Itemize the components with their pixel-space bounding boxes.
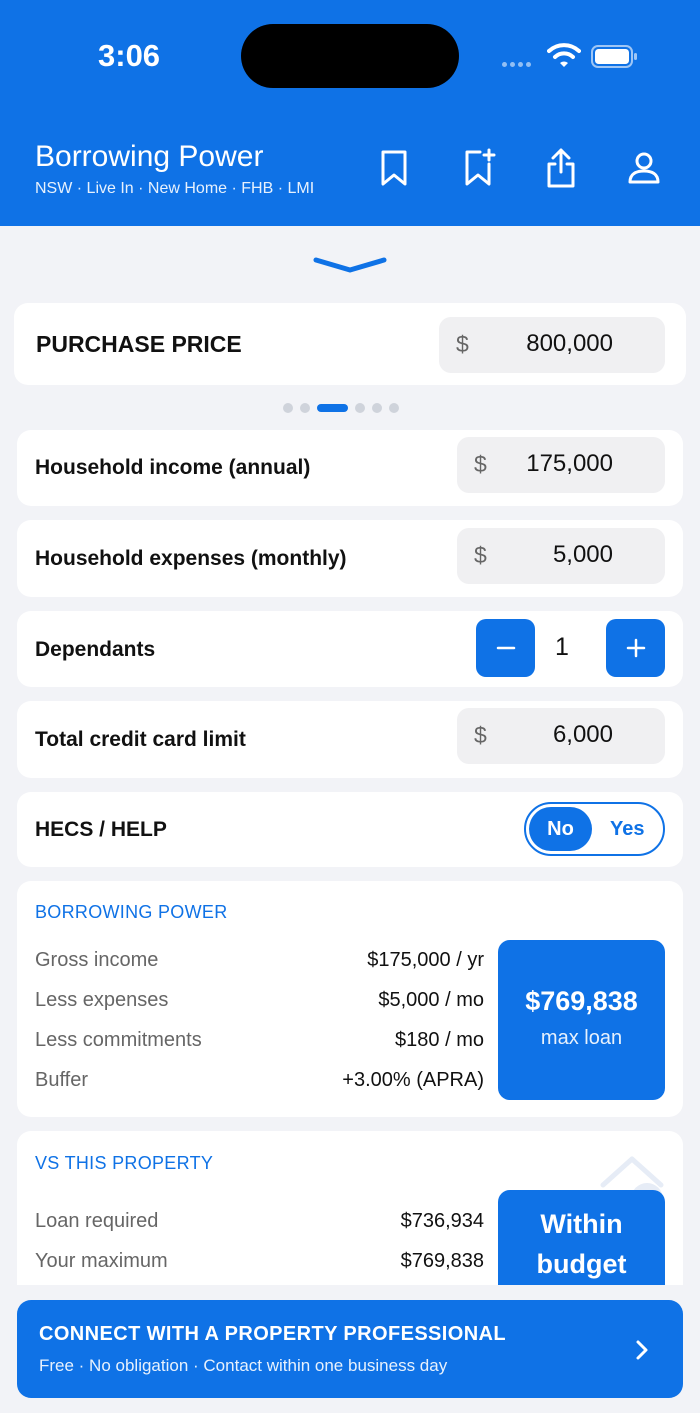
less-expenses-label: Less expenses	[35, 989, 169, 1011]
household-income-row: Household income (annual) $ 175,000	[17, 430, 683, 506]
page-dot[interactable]	[283, 403, 293, 413]
status-time: 3:06	[98, 38, 161, 73]
buffer-value: +3.00% (APRA)	[342, 1069, 484, 1091]
your-maximum-value: $769,838	[400, 1250, 484, 1272]
dependants-value: 1	[555, 633, 569, 661]
purchase-price-value: 800,000	[526, 330, 613, 357]
max-loan-value: $769,838	[525, 986, 638, 1016]
credit-card-limit-input[interactable]: $ 6,000	[457, 708, 665, 764]
page-dot[interactable]	[355, 403, 365, 413]
household-expenses-label: Household expenses (monthly)	[35, 547, 347, 570]
purchase-price-card: PURCHASE PRICE $ 800,000	[14, 303, 686, 385]
household-expenses-row: Household expenses (monthly) $ 5,000	[17, 520, 683, 597]
household-income-label: Household income (annual)	[35, 456, 311, 479]
hecs-help-row: HECS / HELP No Yes	[17, 792, 683, 867]
minus-icon	[496, 646, 516, 650]
loan-required-label: Loan required	[35, 1210, 159, 1232]
currency-symbol: $	[474, 542, 487, 568]
max-loan-result: $769,838 max loan	[498, 940, 665, 1100]
budget-status-line2: budget	[536, 1249, 627, 1279]
dependants-label: Dependants	[35, 638, 156, 661]
hecs-help-toggle[interactable]: No Yes	[524, 802, 665, 856]
credit-card-limit-row: Total credit card limit $ 6,000	[17, 701, 683, 778]
currency-symbol: $	[474, 722, 487, 748]
credit-card-limit-label: Total credit card limit	[35, 728, 246, 751]
bookmark-add-icon[interactable]	[458, 146, 498, 190]
section-title: BORROWING POWER	[35, 902, 228, 922]
less-commitments-label: Less commitments	[35, 1029, 202, 1051]
page-title: Borrowing Power	[35, 140, 264, 173]
less-commitments-value: $180 / mo	[395, 1029, 484, 1051]
budget-status: Within budget	[498, 1190, 665, 1285]
toggle-option-no[interactable]: No	[529, 807, 592, 851]
page-dot[interactable]	[300, 403, 310, 413]
budget-status-line1: Within	[540, 1209, 623, 1239]
borrowing-power-card: BORROWING POWER Gross income $175,000 / …	[17, 881, 683, 1117]
battery-icon	[591, 45, 637, 68]
household-income-value: 175,000	[526, 450, 613, 477]
app-header: 3:06 Borrowing Power NSW · Live In · New…	[0, 0, 700, 226]
household-expenses-value: 5,000	[552, 541, 613, 568]
your-maximum-label: Your maximum	[35, 1250, 168, 1272]
currency-symbol: $	[456, 331, 469, 357]
collapse-chevron-icon[interactable]	[312, 254, 388, 274]
share-icon[interactable]	[541, 146, 581, 190]
purchase-price-label: PURCHASE PRICE	[36, 331, 242, 357]
wifi-icon	[547, 43, 581, 67]
toggle-option-yes[interactable]: Yes	[610, 807, 644, 851]
hecs-help-label: HECS / HELP	[35, 818, 167, 841]
gross-income-label: Gross income	[35, 949, 159, 971]
household-income-input[interactable]: $ 175,000	[457, 437, 665, 493]
household-expenses-input[interactable]: $ 5,000	[457, 528, 665, 584]
cellular-signal-icon	[502, 62, 531, 67]
chevron-right-icon	[636, 1340, 648, 1360]
property-comparison-card: VS THIS PROPERTY Loan required $736,934 …	[17, 1131, 683, 1285]
profile-icon[interactable]	[624, 146, 664, 190]
currency-symbol: $	[474, 451, 487, 477]
cta-subtext: Free · No obligation · Contact within on…	[39, 1356, 448, 1375]
page-dot[interactable]	[372, 403, 382, 413]
decrement-button[interactable]	[476, 619, 535, 677]
cta-heading: CONNECT WITH A PROPERTY PROFESSIONAL	[39, 1323, 507, 1345]
connect-professional-button[interactable]: CONNECT WITH A PROPERTY PROFESSIONAL Fre…	[17, 1300, 683, 1398]
property-comparison-viewport: VS THIS PROPERTY Loan required $736,934 …	[17, 1131, 683, 1285]
section-title: VS THIS PROPERTY	[35, 1153, 214, 1173]
gross-income-value: $175,000 / yr	[367, 949, 484, 971]
dependants-row: Dependants 1	[17, 611, 683, 687]
page-indicator[interactable]	[283, 403, 399, 413]
loan-required-value: $736,934	[400, 1210, 484, 1232]
scenario-summary: NSW · Live In · New Home · FHB · LMI	[35, 180, 315, 197]
purchase-price-input[interactable]: $ 800,000	[439, 317, 665, 373]
credit-card-limit-value: 6,000	[552, 721, 613, 748]
bookmark-icon[interactable]	[374, 146, 414, 190]
less-expenses-value: $5,000 / mo	[378, 989, 484, 1011]
page-dot-active[interactable]	[317, 404, 348, 412]
dynamic-island	[241, 24, 459, 88]
max-loan-caption: max loan	[540, 1027, 623, 1049]
increment-button[interactable]	[606, 619, 665, 677]
buffer-label: Buffer	[35, 1069, 88, 1091]
plus-icon	[626, 638, 646, 658]
page-dot[interactable]	[389, 403, 399, 413]
